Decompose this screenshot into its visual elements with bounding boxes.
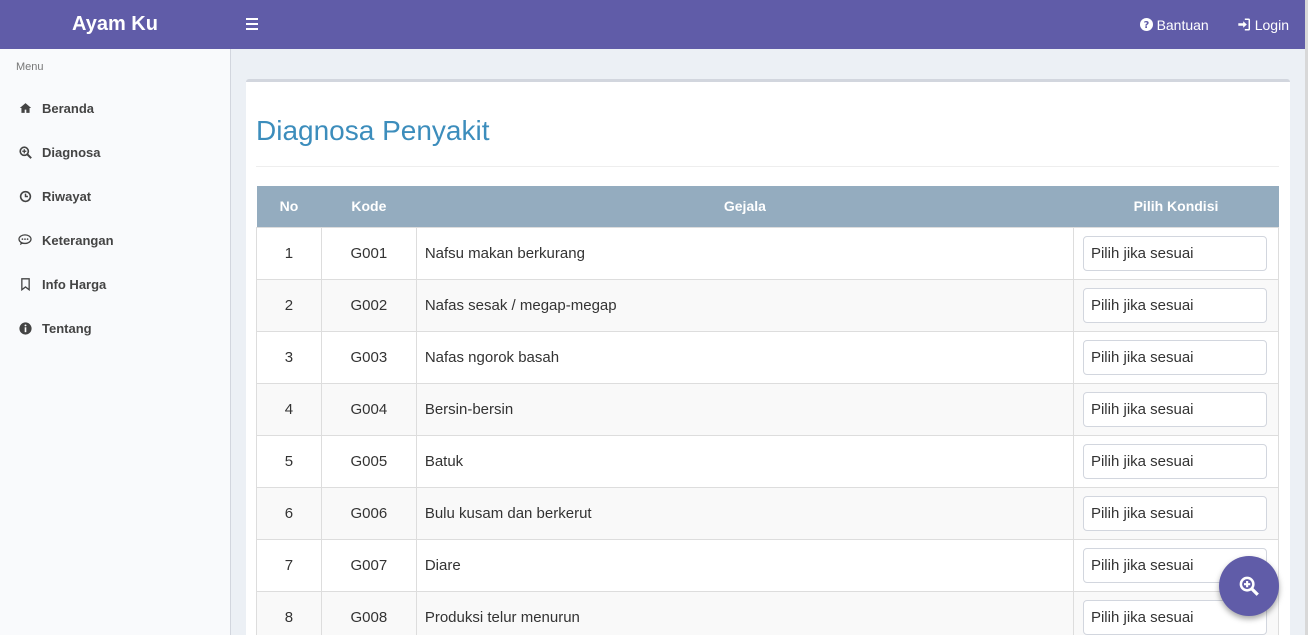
- sidebar-item-label: Tentang: [42, 320, 92, 336]
- table-row: 5 G005 Batuk Pilih jika sesuai: [256, 434, 1280, 488]
- row-no: 7: [256, 538, 322, 592]
- row-gejala: Diare: [415, 538, 1074, 592]
- row-gejala: Bersin-bersin: [415, 382, 1074, 436]
- row-kode: G004: [320, 382, 417, 436]
- sidebar-item-keterangan[interactable]: Keterangan: [0, 218, 230, 262]
- table-row: 3 G003 Nafas ngorok basah Pilih jika ses…: [256, 330, 1280, 384]
- row-kondisi-cell: Pilih jika sesuai: [1072, 434, 1280, 488]
- row-kondisi-cell: Pilih jika sesuai: [1072, 226, 1280, 280]
- column-header-kode: Kode: [351, 198, 387, 215]
- row-no: 1: [256, 226, 322, 280]
- sidebar-item-label: Diagnosa: [42, 144, 101, 160]
- row-kondisi-cell: Pilih jika sesuai: [1072, 486, 1280, 540]
- table-row: 2 G002 Nafas sesak / megap-megap Pilih j…: [256, 278, 1280, 332]
- table-row: 7 G007 Diare Pilih jika sesuai: [256, 538, 1280, 592]
- comment-icon: [18, 233, 32, 247]
- row-kode: G002: [320, 278, 417, 332]
- row-gejala: Nafas sesak / megap-megap: [415, 278, 1074, 332]
- sidebar-item-label: Beranda: [42, 100, 95, 116]
- home-icon: [18, 101, 32, 115]
- row-kode: G005: [320, 434, 417, 488]
- bookmark-icon: [18, 277, 32, 291]
- sign-in-icon: [1238, 18, 1250, 31]
- row-no: 2: [256, 278, 322, 332]
- table-row: 8 G008 Produksi telur menurun Pilih jika…: [256, 590, 1280, 635]
- condition-select[interactable]: Pilih jika sesuai: [1082, 339, 1267, 375]
- condition-select[interactable]: Pilih jika sesuai: [1082, 287, 1267, 323]
- condition-select[interactable]: Pilih jika sesuai: [1082, 443, 1267, 479]
- info-circle-icon: [18, 321, 32, 335]
- column-header-gejala: Gejala: [723, 198, 766, 215]
- sidebar-toggle-button[interactable]: [243, 14, 261, 34]
- search-plus-icon: [1239, 576, 1259, 596]
- row-kondisi-cell: Pilih jika sesuai: [1072, 278, 1280, 332]
- table-row: 6 G006 Bulu kusam dan berkerut Pilih jik…: [256, 486, 1280, 540]
- sidebar-item-beranda[interactable]: Beranda: [0, 86, 230, 130]
- row-gejala: Nafas ngorok basah: [415, 330, 1074, 384]
- top-navbar: Ayam Ku ? Bantuan Login: [0, 0, 1305, 49]
- sidebar-item-info-harga[interactable]: Info Harga: [0, 262, 230, 306]
- sidebar-item-label: Riwayat: [42, 188, 92, 204]
- row-kode: G006: [320, 486, 417, 540]
- login-label: Login: [1254, 16, 1289, 33]
- row-kode: G003: [320, 330, 417, 384]
- sidebar-item-riwayat[interactable]: Riwayat: [0, 174, 230, 218]
- row-no: 3: [256, 330, 322, 384]
- table-header-row: No Kode Gejala Pilih Kondisi: [256, 186, 1279, 227]
- column-header-pilih-kondisi: Pilih Kondisi: [1133, 198, 1219, 215]
- help-label: Bantuan: [1156, 16, 1209, 33]
- sidebar-item-tentang[interactable]: Tentang: [0, 306, 230, 350]
- row-kondisi-cell: Pilih jika sesuai: [1072, 330, 1280, 384]
- row-no: 4: [256, 382, 322, 436]
- row-gejala: Produksi telur menurun: [415, 590, 1074, 635]
- row-no: 5: [256, 434, 322, 488]
- row-kode: G007: [320, 538, 417, 592]
- history-icon: [18, 189, 32, 203]
- row-kode: G008: [320, 590, 417, 635]
- condition-select[interactable]: Pilih jika sesuai: [1082, 391, 1267, 427]
- brand-logo[interactable]: Ayam Ku: [0, 0, 230, 49]
- table-row: 1 G001 Nafsu makan berkurang Pilih jika …: [256, 226, 1280, 280]
- login-link[interactable]: Login: [1237, 17, 1289, 33]
- row-no: 8: [256, 590, 322, 635]
- question-circle-icon: ?: [1139, 18, 1153, 31]
- row-kondisi-cell: Pilih jika sesuai: [1072, 382, 1280, 436]
- divider: [256, 166, 1279, 167]
- row-gejala: Nafsu makan berkurang: [415, 226, 1074, 280]
- row-kode: G001: [320, 226, 417, 280]
- sidebar-item-label: Keterangan: [42, 232, 114, 248]
- menu-header: Menu: [16, 61, 44, 73]
- row-gejala: Bulu kusam dan berkerut: [415, 486, 1074, 540]
- row-no: 6: [256, 486, 322, 540]
- table-row: 4 G004 Bersin-bersin Pilih jika sesuai: [256, 382, 1280, 436]
- diagnose-fab-button[interactable]: [1219, 556, 1279, 616]
- sidebar: Menu Beranda Diagnosa Riwayat Keterangan…: [0, 49, 231, 635]
- symptom-table: No Kode Gejala Pilih Kondisi 1 G001 Nafs…: [256, 186, 1280, 635]
- row-gejala: Batuk: [415, 434, 1074, 488]
- diagnosis-panel: Diagnosa Penyakit No Kode Gejala Pilih K…: [246, 79, 1290, 635]
- condition-select[interactable]: Pilih jika sesuai: [1082, 495, 1267, 531]
- sidebar-item-diagnosa[interactable]: Diagnosa: [0, 130, 230, 174]
- help-link[interactable]: ? Bantuan: [1139, 16, 1209, 33]
- sidebar-item-label: Info Harga: [42, 276, 107, 292]
- search-plus-icon: [18, 145, 32, 159]
- column-header-no: No: [279, 198, 299, 215]
- condition-select[interactable]: Pilih jika sesuai: [1082, 235, 1267, 271]
- brand-name: Ayam Ku: [72, 13, 158, 35]
- svg-text:?: ?: [1143, 20, 1149, 31]
- page-title: Diagnosa Penyakit: [256, 115, 490, 146]
